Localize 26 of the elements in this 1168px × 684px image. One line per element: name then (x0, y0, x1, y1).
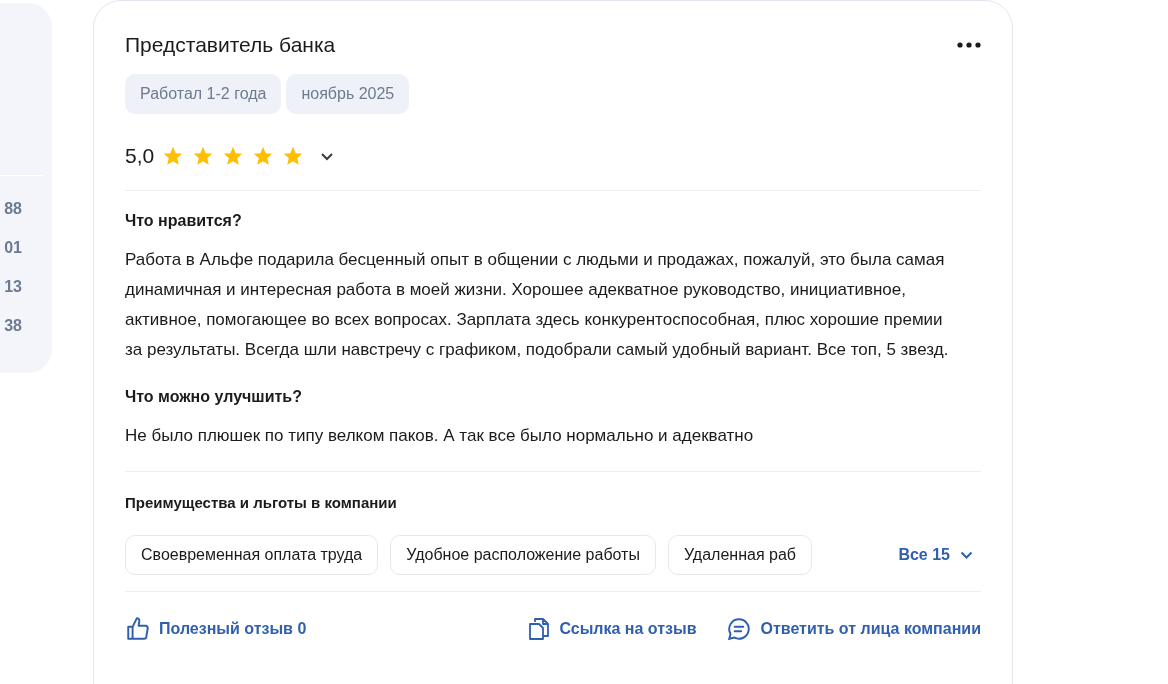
count-number: 01 (4, 238, 22, 258)
more-options-icon[interactable] (957, 42, 981, 48)
chevron-down-icon (960, 550, 973, 559)
chat-bubble-icon (726, 615, 753, 642)
benefit-chip: Удобное расположение работы (390, 534, 656, 575)
info-tag: ноябрь 2025 (286, 74, 410, 114)
section-heading: Что нравится? (125, 211, 243, 231)
chevron-down-icon[interactable] (320, 151, 335, 161)
benefit-chip: Своевременная оплата труда (125, 534, 379, 575)
count-number: 13 (4, 277, 22, 297)
section-heading: Что можно улучшить? (125, 387, 303, 407)
info-tag: Работал 1-2 года (125, 74, 282, 114)
action-link[interactable]: Ссылка на отзыв (527, 615, 697, 642)
benefit-chip: Удаленная раб (667, 534, 812, 575)
review-text: Не было плюшек по типу велком паков. А так все было нормально и адекватно (125, 425, 755, 447)
rating-value: 5,0 (125, 143, 155, 170)
action-link[interactable]: Ответить от лица компании (726, 615, 981, 642)
reviewer-title: Представитель банка (125, 32, 336, 58)
copy-icon (527, 615, 552, 642)
thumbs-up-icon (125, 615, 151, 642)
show-all-button[interactable]: Все 15 (898, 542, 981, 567)
count-number: 38 (4, 316, 22, 336)
count-number: 88 (4, 199, 22, 219)
review-text: Работа в Альфе подарила бесценный опыт в общении с людьми и продажах, пожалуй, это была самая динамичная и интересная работа в моей жизни. Хорошее адекватное руководство, инициативное, активное, помогающее во всех вопросах. Зарплата здесь конкурентоспособная, плюс хорошие премии за результаты. Всегда шли навстречу с графиком, подобрали самый удобный вариант. Все топ, 5 звезд. (125, 249, 950, 361)
benefits-heading: Преимущества и льготы в компании (125, 493, 398, 513)
action-link[interactable]: Полезный отзыв 0 (125, 615, 307, 642)
